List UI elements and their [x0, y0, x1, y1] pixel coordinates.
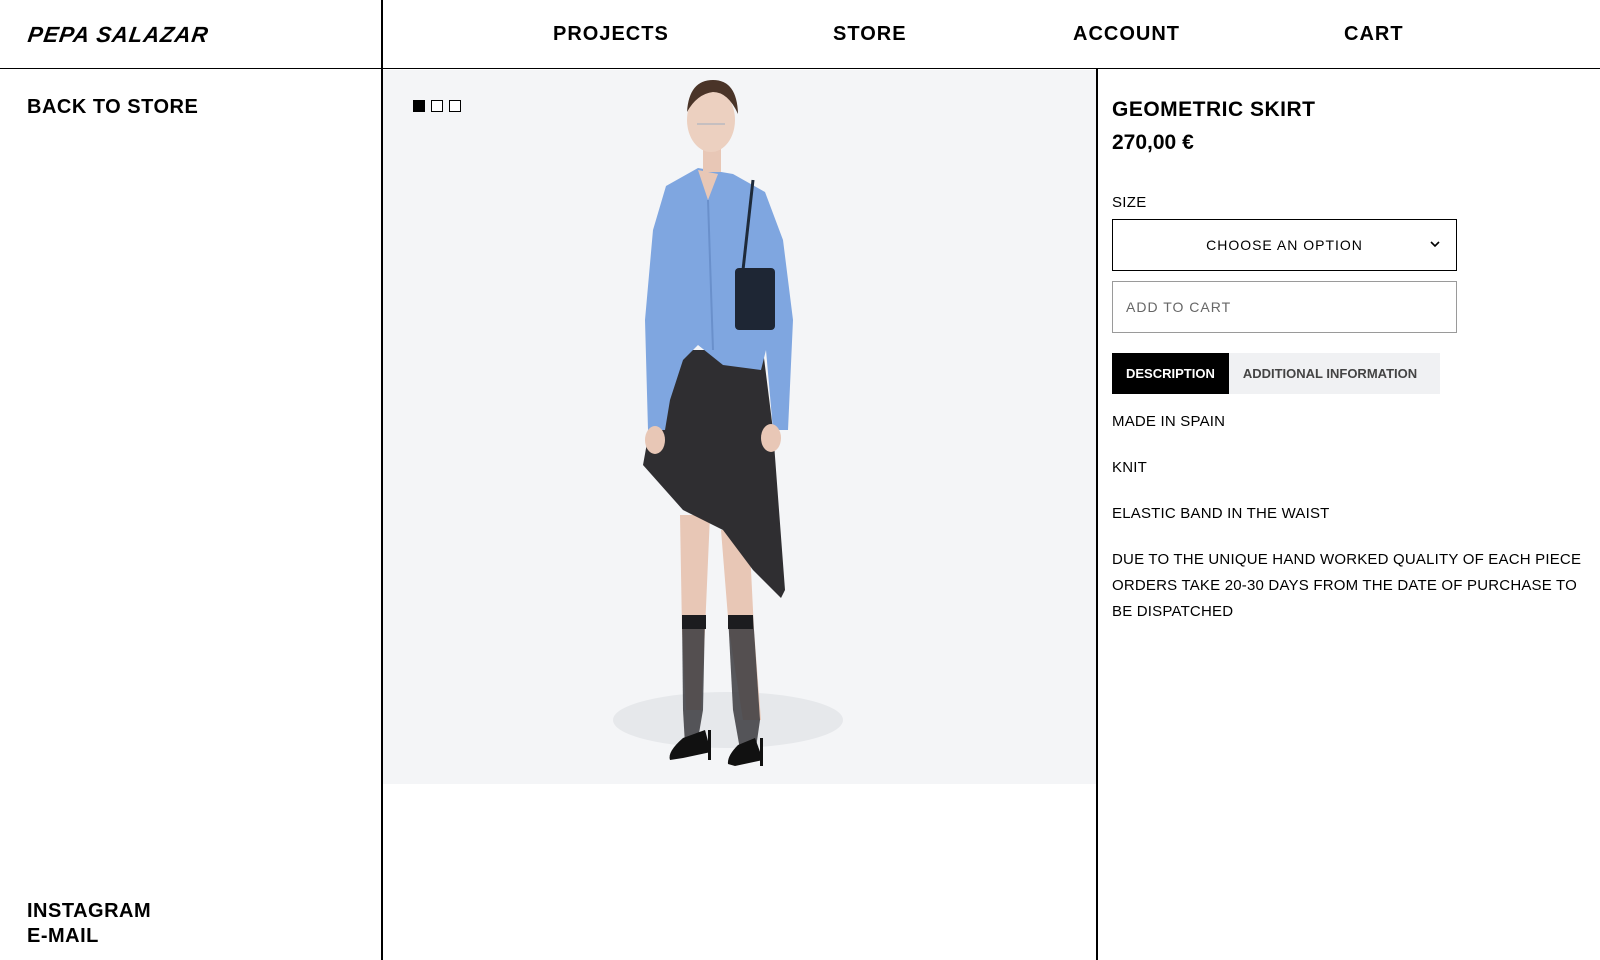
size-label: SIZE: [1112, 194, 1147, 211]
chevron-down-icon: [1430, 241, 1440, 248]
product-photo: [613, 80, 843, 766]
nav-cart[interactable]: CART: [1344, 23, 1404, 46]
instagram-link[interactable]: INSTAGRAM: [27, 900, 151, 923]
email-link[interactable]: E-MAIL: [27, 925, 99, 948]
add-to-cart-button[interactable]: ADD TO CART: [1112, 281, 1457, 333]
product-title: GEOMETRIC SKIRT: [1112, 98, 1316, 121]
description-line: KNIT: [1112, 459, 1147, 476]
description-line: MADE IN SPAIN: [1112, 413, 1226, 430]
product-price: 270,00 €: [1112, 131, 1194, 154]
description-line: ELASTIC BAND IN THE WAIST: [1112, 505, 1330, 522]
tab-additional-information[interactable]: ADDITIONAL INFORMATION: [1229, 353, 1431, 394]
top-nav-bar: PEPA SALAZAR PROJECTS STORE ACCOUNT CART: [0, 0, 1600, 69]
back-to-store-link[interactable]: BACK TO STORE: [27, 96, 198, 119]
product-description: MADE IN SPAIN KNIT ELASTIC BAND IN THE W…: [1112, 409, 1582, 625]
nav-store[interactable]: STORE: [833, 23, 907, 46]
product-info-tabs: DESCRIPTION ADDITIONAL INFORMATION: [1112, 353, 1440, 394]
nav-projects[interactable]: PROJECTS: [553, 23, 669, 46]
nav-account[interactable]: ACCOUNT: [1073, 23, 1180, 46]
brand-logo[interactable]: PEPA SALAZAR: [26, 22, 210, 48]
product-details: GEOMETRIC SKIRT 270,00 € SIZE CHOOSE AN …: [1112, 98, 1582, 625]
right-column-divider: [1096, 69, 1098, 960]
size-select-value: CHOOSE AN OPTION: [1206, 237, 1363, 253]
size-select[interactable]: CHOOSE AN OPTION: [1112, 219, 1457, 271]
description-line: DUE TO THE UNIQUE HAND WORKED QUALITY OF…: [1112, 551, 1582, 620]
tab-description[interactable]: DESCRIPTION: [1112, 353, 1229, 394]
product-gallery[interactable]: [383, 70, 1096, 784]
